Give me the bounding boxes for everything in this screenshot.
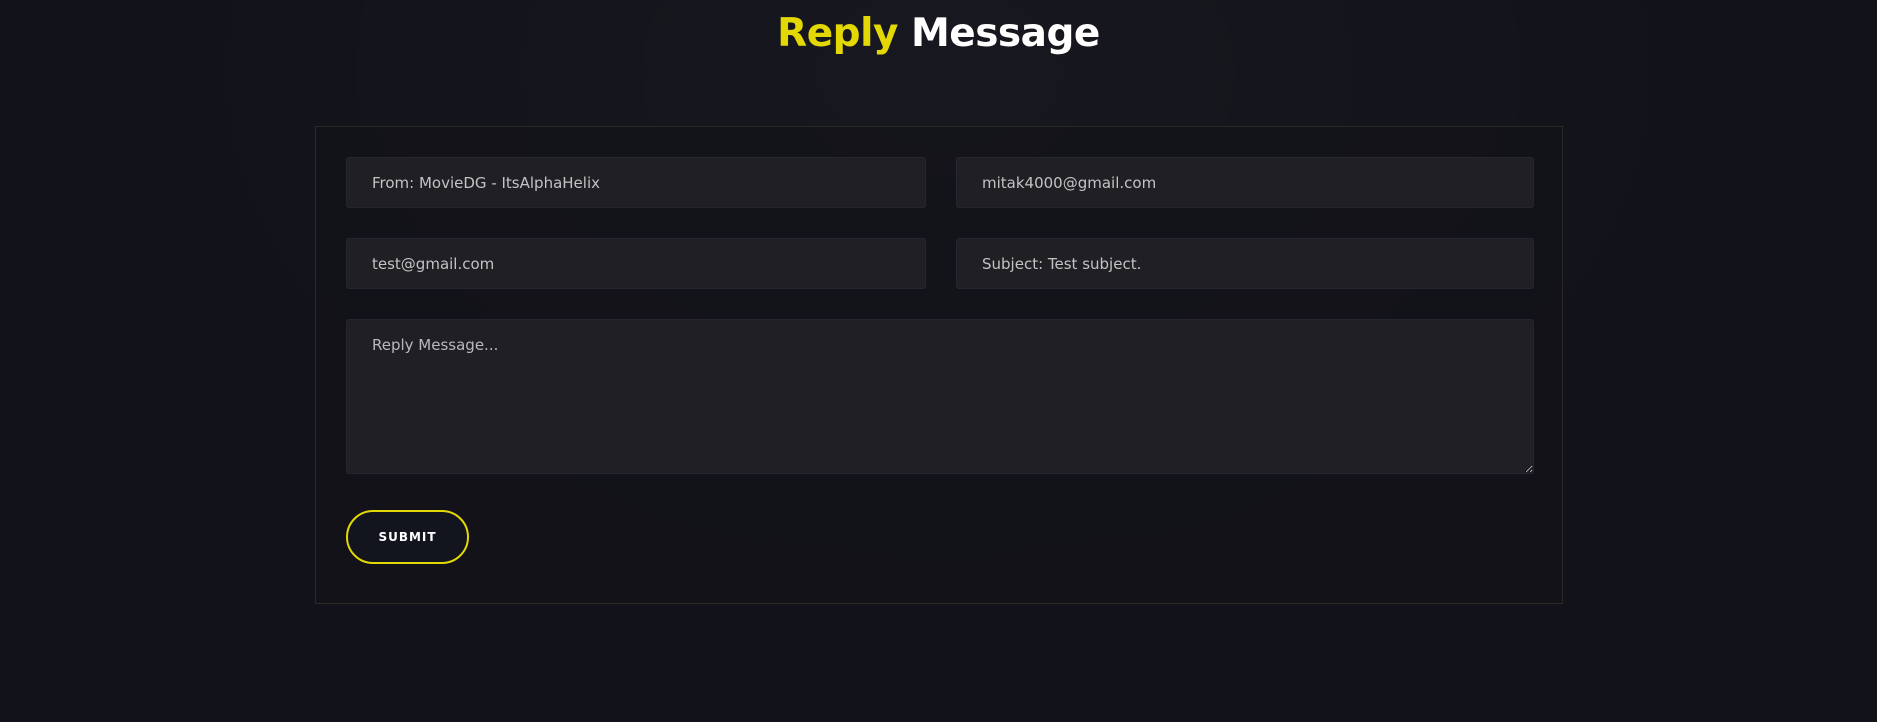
message-textarea[interactable] [346, 319, 1534, 474]
reply-email-field[interactable] [346, 238, 926, 289]
page-title: Reply Message [0, 0, 1877, 70]
from-field[interactable] [346, 157, 926, 208]
reply-form: SUBMIT [315, 126, 1563, 604]
subject-field[interactable] [956, 238, 1534, 289]
submit-button[interactable]: SUBMIT [346, 510, 469, 564]
page-title-accent: Reply [777, 11, 898, 56]
page-title-main: Message [910, 11, 1100, 56]
to-email-field[interactable] [956, 157, 1534, 208]
